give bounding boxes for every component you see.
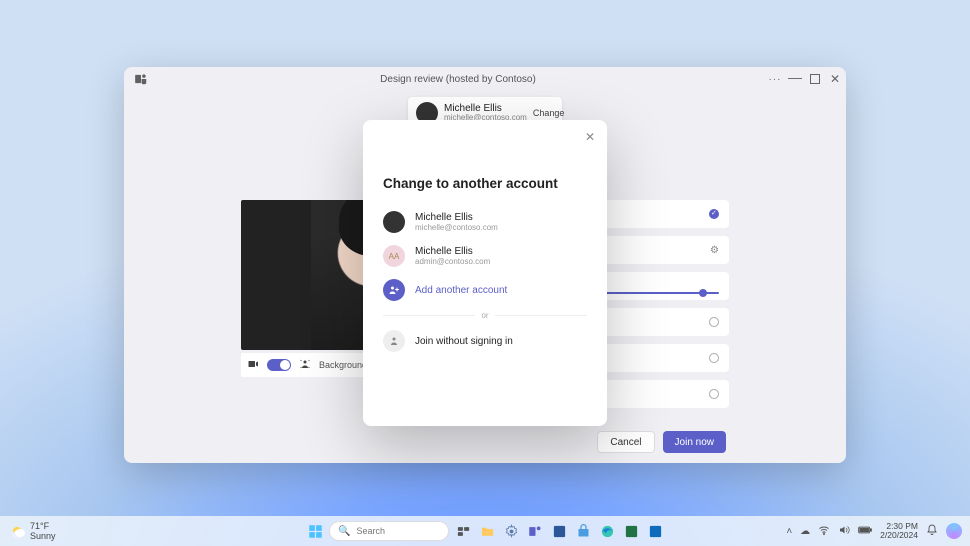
minimize-button[interactable]: —	[788, 70, 802, 84]
account-email: admin@contoso.com	[415, 257, 490, 266]
teams-app-icon[interactable]	[525, 521, 545, 541]
change-account-modal: ✕ Change to another account Michelle Ell…	[363, 120, 607, 426]
weather-desc: Sunny	[30, 531, 56, 541]
clock-date: 2/20/2024	[880, 531, 918, 540]
outlook-icon[interactable]	[645, 521, 665, 541]
cancel-button[interactable]: Cancel	[597, 431, 654, 453]
notifications-icon[interactable]	[926, 524, 938, 539]
titlebar: Design review (hosted by Contoso) ··· — …	[124, 67, 846, 91]
search-icon: 🔍	[338, 526, 350, 537]
taskbar-search[interactable]: 🔍 Search	[329, 521, 449, 541]
account-name: Michelle Ellis	[415, 246, 490, 257]
join-without-signin-option[interactable]: Join without signing in	[383, 324, 587, 358]
store-icon[interactable]	[573, 521, 593, 541]
teams-logo-icon	[134, 72, 148, 86]
guest-label: Join without signing in	[415, 336, 513, 347]
window-title: Design review (hosted by Contoso)	[148, 74, 768, 85]
battery-icon[interactable]	[858, 524, 872, 539]
taskbar-center: 🔍 Search	[305, 521, 665, 541]
modal-title: Change to another account	[383, 176, 587, 191]
close-modal-button[interactable]: ✕	[585, 130, 595, 144]
system-tray: ˄ ☁ 2:30 PM 2/20/2024	[778, 522, 970, 541]
taskbar: 71°F Sunny 🔍 Search ˄ ☁	[0, 516, 970, 546]
background-effects-icon[interactable]	[299, 358, 311, 373]
volume-icon[interactable]	[838, 524, 850, 539]
start-button[interactable]	[305, 521, 325, 541]
or-divider: or	[383, 311, 587, 320]
camera-toggle[interactable]	[267, 359, 291, 371]
more-icon[interactable]: ···	[768, 72, 782, 86]
chevron-up-icon[interactable]: ˄	[786, 526, 792, 537]
account-option[interactable]: Michelle Ellis michelle@contoso.com	[383, 205, 587, 239]
edge-icon[interactable]	[597, 521, 617, 541]
task-view-icon[interactable]	[453, 521, 473, 541]
clock[interactable]: 2:30 PM 2/20/2024	[880, 522, 918, 541]
close-window-button[interactable]: ✕	[828, 72, 842, 86]
onedrive-icon[interactable]: ☁	[800, 526, 810, 537]
maximize-button[interactable]	[808, 72, 822, 86]
account-name: Michelle Ellis	[415, 212, 498, 223]
wifi-icon[interactable]	[818, 524, 830, 539]
add-account-option[interactable]: Add another account	[383, 273, 587, 307]
change-account-link[interactable]: Change	[533, 108, 565, 118]
word-app-icon[interactable]	[549, 521, 569, 541]
copilot-icon[interactable]	[946, 523, 962, 539]
avatar	[383, 211, 405, 233]
account-option[interactable]: AA Michelle Ellis admin@contoso.com	[383, 239, 587, 273]
join-now-button[interactable]: Join now	[663, 431, 726, 453]
search-placeholder: Search	[356, 526, 385, 536]
weather-icon	[10, 524, 24, 538]
avatar-initials: AA	[383, 245, 405, 267]
settings-icon[interactable]	[501, 521, 521, 541]
guest-icon	[383, 330, 405, 352]
add-account-label: Add another account	[415, 285, 507, 296]
excel-icon[interactable]	[621, 521, 641, 541]
join-actions: Cancel Join now	[597, 431, 726, 453]
gear-icon: ⚙	[710, 245, 719, 256]
add-account-icon	[383, 279, 405, 301]
weather-widget[interactable]: 71°F Sunny	[0, 521, 66, 541]
explorer-icon[interactable]	[477, 521, 497, 541]
account-email: michelle@contoso.com	[415, 223, 498, 232]
camera-icon	[247, 358, 259, 373]
weather-temp: 71°F	[30, 521, 56, 531]
